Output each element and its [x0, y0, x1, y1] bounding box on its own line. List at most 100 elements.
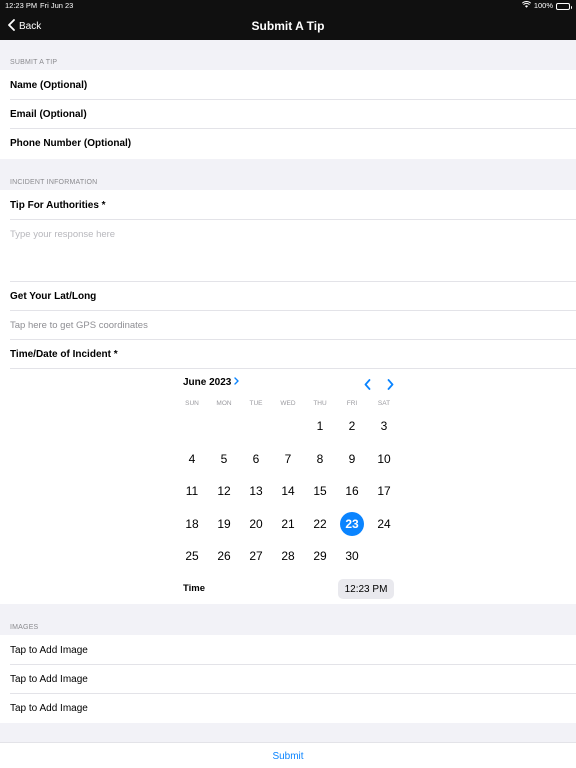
calendar-day-number: 9 [348, 451, 356, 466]
calendar-day[interactable]: 7 [272, 443, 304, 476]
add-image-button-2[interactable]: Tap to Add Image [10, 665, 576, 694]
battery-percent: 100% [533, 1, 553, 10]
calendar-days: 1 2 3 4 5 6 7 8 9 10 11 12 13 14 15 16 17 18 19 20 21 22 23 24 2… [176, 410, 400, 573]
calendar-day[interactable]: 15 [304, 475, 336, 508]
page-title: Submit A Tip [251, 19, 325, 33]
calendar-day-number: 15 [313, 484, 327, 499]
calendar-day-number: 26 [217, 549, 231, 564]
email-field[interactable]: Email (Optional) [10, 100, 576, 129]
calendar-day-number: 19 [217, 516, 231, 531]
time-label: Time [183, 583, 206, 594]
month-selector[interactable]: June 2023 [183, 377, 240, 388]
calendar-blank [272, 410, 304, 443]
time-picker-button[interactable]: 12:23 PM [338, 579, 394, 599]
calendar-day[interactable]: 28 [272, 540, 304, 573]
weekday-label: SUN [185, 400, 199, 407]
calendar-blank [240, 410, 272, 443]
next-month-icon[interactable] [387, 377, 394, 395]
weekday-label: MON [216, 400, 232, 407]
calendar-day[interactable]: 6 [240, 443, 272, 476]
status-time: 12:23 PM [5, 1, 38, 10]
calendar-day-number: 22 [313, 516, 327, 531]
latlong-label: Get Your Lat/Long [10, 282, 576, 311]
calendar-day-number: 12 [217, 484, 231, 499]
section-header-images: IMAGES [10, 624, 39, 631]
calendar-day-number: 1 [316, 419, 324, 434]
calendar-day-number: 24 [377, 516, 391, 531]
calendar-day[interactable]: 4 [176, 443, 208, 476]
tip-label: Tip For Authorities * [10, 191, 576, 220]
calendar-day[interactable]: 21 [272, 508, 304, 541]
calendar-day-selected[interactable]: 23 [336, 508, 368, 541]
calendar-day[interactable]: 11 [176, 475, 208, 508]
calendar-day[interactable]: 19 [208, 508, 240, 541]
calendar-day-number: 29 [313, 549, 327, 564]
calendar-day[interactable]: 24 [368, 508, 400, 541]
calendar-day[interactable]: 29 [304, 540, 336, 573]
name-field[interactable]: Name (Optional) [10, 71, 576, 100]
section-header-incident: INCIDENT INFORMATION [10, 179, 98, 186]
calendar-day-number: 14 [281, 484, 295, 499]
calendar-day[interactable]: 18 [176, 508, 208, 541]
calendar-day-number: 27 [249, 549, 263, 564]
previous-month-icon[interactable] [364, 377, 371, 395]
weekday-label: THU [313, 400, 327, 407]
calendar-day[interactable]: 27 [240, 540, 272, 573]
calendar-day[interactable]: 22 [304, 508, 336, 541]
calendar-header: June 2023 [176, 377, 400, 391]
calendar-day[interactable]: 1 [304, 410, 336, 443]
submit-tip-group: Name (Optional) Email (Optional) Phone N… [0, 70, 576, 159]
month-nav [364, 377, 394, 395]
add-image-button-1[interactable]: Tap to Add Image [10, 636, 576, 665]
calendar-day-number: 16 [345, 484, 359, 499]
tip-textarea[interactable]: Type your response here [10, 220, 576, 282]
date-picker: June 2023 SUN MON TUE WED THU FRI SAT 12345678… [176, 377, 400, 602]
calendar-day[interactable]: 25 [176, 540, 208, 573]
calendar-day[interactable]: 16 [336, 475, 368, 508]
phone-field[interactable]: Phone Number (Optional) [10, 129, 576, 158]
calendar-day-number: 5 [220, 451, 228, 466]
calendar-day[interactable]: 5 [208, 443, 240, 476]
calendar-day[interactable]: 12 [208, 475, 240, 508]
calendar-day[interactable]: 10 [368, 443, 400, 476]
weekday-label: FRI [346, 400, 358, 407]
calendar-day-number: 4 [188, 451, 196, 466]
weekday-labels: SUN MON TUE WED THU FRI SAT [176, 400, 400, 407]
weekday-label: WED [280, 400, 296, 407]
calendar-day[interactable]: 9 [336, 443, 368, 476]
gps-button[interactable]: Tap here to get GPS coordinates [10, 311, 576, 340]
calendar-day[interactable]: 17 [368, 475, 400, 508]
calendar-day[interactable]: 2 [336, 410, 368, 443]
tip-placeholder: Type your response here [10, 229, 116, 240]
calendar-blank [208, 410, 240, 443]
incident-group: Tip For Authorities * Type your response… [0, 190, 576, 604]
calendar-day-number: 11 [185, 484, 199, 499]
calendar-day-number: 6 [252, 451, 260, 466]
calendar-day-number: 23 [340, 511, 364, 536]
wifi-icon [521, 0, 531, 12]
calendar-day[interactable]: 14 [272, 475, 304, 508]
calendar-day[interactable]: 13 [240, 475, 272, 508]
gps-hint: Tap here to get GPS coordinates [10, 319, 148, 331]
submit-button[interactable]: Submit [0, 743, 576, 768]
calendar-day[interactable]: 8 [304, 443, 336, 476]
month-label: June 2023 [183, 377, 232, 388]
calendar-day-number: 2 [348, 419, 356, 434]
calendar-day[interactable]: 26 [208, 540, 240, 573]
calendar-day-number: 8 [316, 451, 324, 466]
calendar-day[interactable]: 20 [240, 508, 272, 541]
status-date: Fri Jun 23 [40, 1, 74, 10]
submit-bar: Submit [0, 742, 576, 768]
calendar-day-number: 30 [345, 549, 359, 564]
status-right: 100% [521, 0, 572, 12]
calendar-day-number: 28 [281, 549, 295, 564]
calendar-day-number: 7 [284, 451, 292, 466]
calendar-day-number: 3 [380, 419, 388, 434]
calendar-day-number: 10 [377, 451, 391, 466]
navigation-bar: Back Submit A Tip [0, 12, 576, 40]
calendar-day[interactable]: 3 [368, 410, 400, 443]
calendar-day-number: 13 [249, 484, 263, 499]
time-row: Time 12:23 PM [183, 579, 394, 599]
calendar-day[interactable]: 30 [336, 540, 368, 573]
add-image-button-3[interactable]: Tap to Add Image [10, 694, 576, 723]
